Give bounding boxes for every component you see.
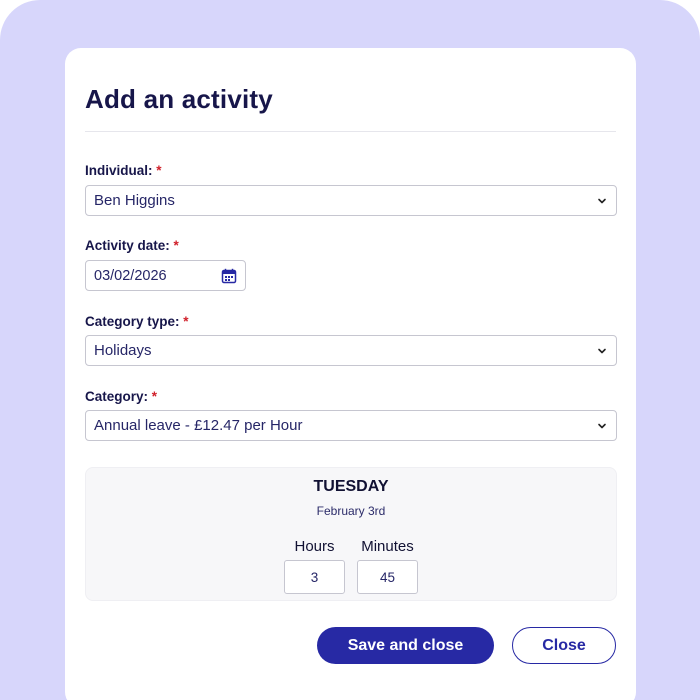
- day-time-panel: TUESDAY February 3rd Hours Minutes 3 45: [85, 467, 617, 601]
- date-subtitle: February 3rd: [316, 504, 386, 518]
- activity-date-label-text: Activity date:: [85, 238, 170, 253]
- category-label-text: Category:: [85, 389, 149, 404]
- modal-title: Add an activity: [85, 84, 273, 114]
- calendar-icon[interactable]: [221, 268, 237, 284]
- add-activity-modal: Add an activity Individual: * Ben Higgin…: [65, 48, 636, 700]
- category-type-select-value: Holidays: [94, 342, 152, 359]
- required-marker: *: [183, 314, 189, 329]
- chevron-down-icon: [598, 348, 606, 354]
- activity-date-label: Activity date: *: [85, 238, 179, 253]
- minutes-input[interactable]: 45: [357, 560, 418, 594]
- category-type-label: Category type: *: [85, 314, 189, 329]
- hours-input-value: 3: [310, 569, 319, 585]
- individual-label: Individual: *: [85, 163, 162, 178]
- category-type-select[interactable]: Holidays: [85, 335, 617, 366]
- close-button[interactable]: Close: [512, 627, 616, 664]
- required-marker: *: [151, 389, 158, 404]
- chevron-down-icon: [598, 198, 606, 204]
- activity-date-input[interactable]: 03/02/2026: [85, 260, 246, 291]
- category-label: Category: *: [85, 389, 157, 404]
- minutes-input-value: 45: [379, 569, 396, 585]
- activity-date-value: 03/02/2026: [94, 267, 167, 284]
- hours-label: Hours: [294, 538, 335, 555]
- chevron-down-icon: [598, 423, 606, 429]
- title-divider: [85, 131, 616, 132]
- minutes-label: Minutes: [361, 538, 414, 555]
- hours-input[interactable]: 3: [284, 560, 345, 594]
- save-and-close-button[interactable]: Save and close: [317, 627, 494, 664]
- required-marker: *: [156, 163, 162, 178]
- individual-label-text: Individual:: [85, 163, 153, 178]
- weekday-heading: TUESDAY: [313, 478, 389, 495]
- category-select[interactable]: Annual leave - £12.47 per Hour: [85, 410, 617, 441]
- individual-select[interactable]: Ben Higgins: [85, 185, 617, 216]
- category-select-value: Annual leave - £12.47 per Hour: [94, 417, 303, 434]
- individual-select-value: Ben Higgins: [94, 192, 175, 209]
- category-type-label-text: Category type:: [85, 314, 180, 329]
- required-marker: *: [173, 238, 179, 253]
